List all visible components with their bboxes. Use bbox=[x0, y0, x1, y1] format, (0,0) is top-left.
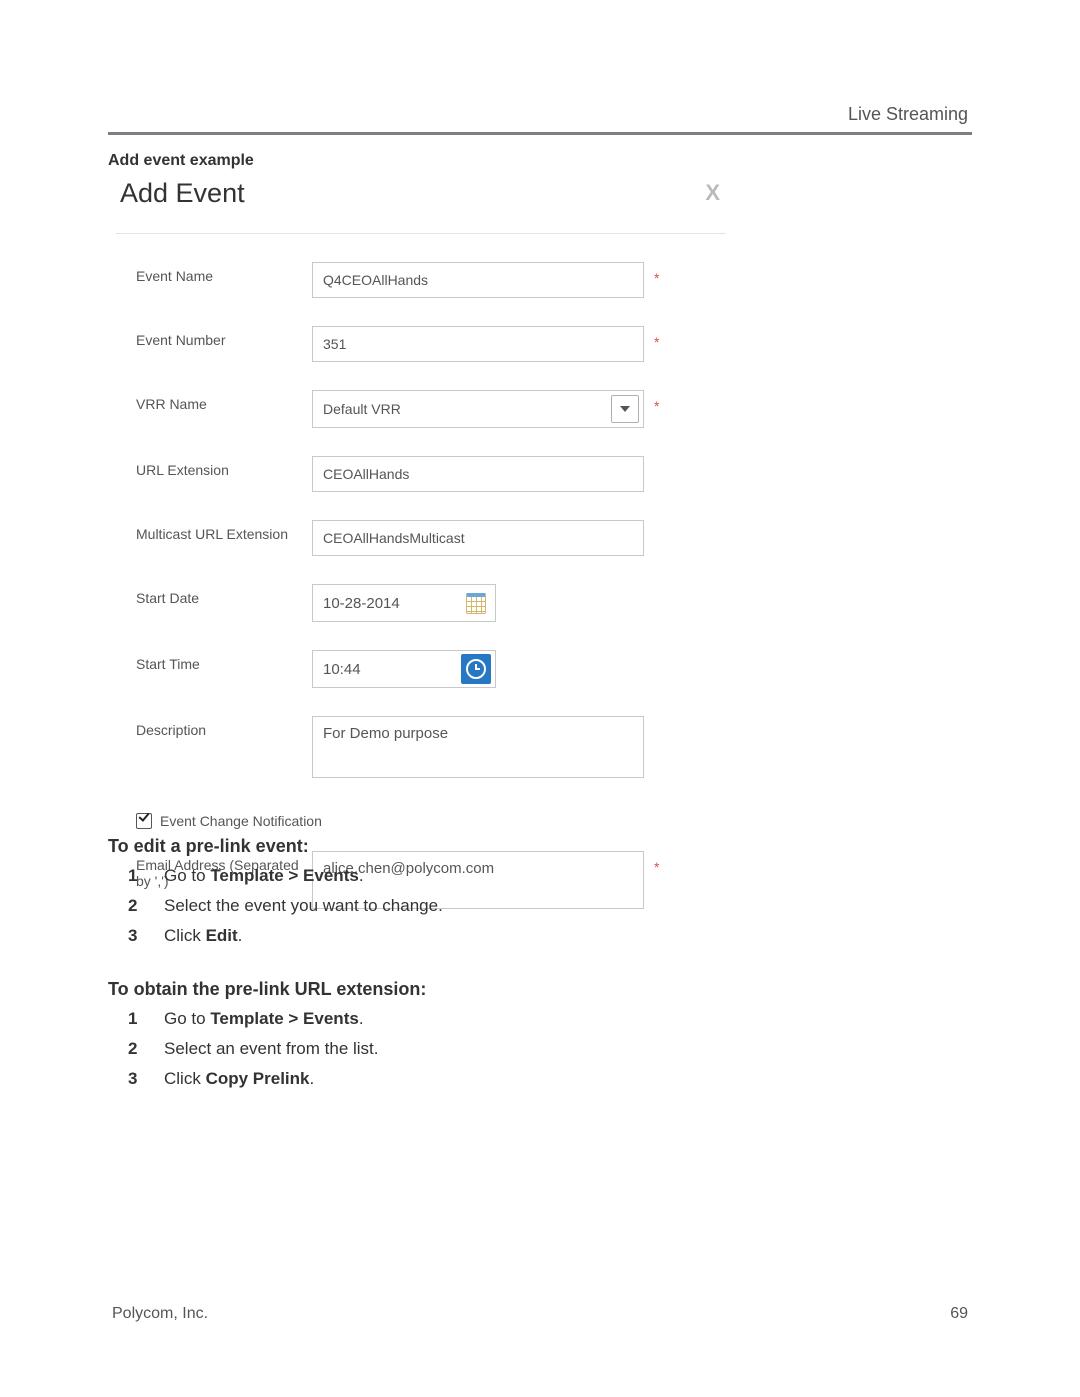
figure-caption: Add event example bbox=[108, 152, 254, 170]
required-marker: * bbox=[654, 390, 664, 414]
section-heading: Live Streaming bbox=[848, 104, 968, 125]
vrr-name-value: Default VRR bbox=[313, 401, 611, 417]
start-date-label: Start Date bbox=[116, 584, 312, 606]
footer-page-number: 69 bbox=[950, 1305, 968, 1323]
event-name-input[interactable] bbox=[312, 262, 644, 298]
vrr-name-select[interactable]: Default VRR bbox=[312, 390, 644, 428]
edit-prelink-heading: To edit a pre-link event: bbox=[108, 836, 972, 857]
start-time-value: 10:44 bbox=[313, 661, 461, 678]
obtain-prelink-heading: To obtain the pre-link URL extension: bbox=[108, 979, 972, 1000]
description-input[interactable] bbox=[312, 716, 644, 778]
required-marker: * bbox=[654, 326, 664, 350]
required-marker: * bbox=[654, 262, 664, 286]
vrr-name-label: VRR Name bbox=[116, 390, 312, 412]
event-number-input[interactable] bbox=[312, 326, 644, 362]
start-time-input[interactable]: 10:44 bbox=[312, 650, 496, 688]
close-icon[interactable]: X bbox=[705, 182, 720, 204]
edit-prelink-steps: 1Go to Template > Events. 2Select the ev… bbox=[108, 865, 972, 947]
start-time-label: Start Time bbox=[116, 650, 312, 672]
url-extension-label: URL Extension bbox=[116, 456, 312, 478]
clock-icon[interactable] bbox=[461, 654, 491, 684]
dialog-title: Add Event bbox=[120, 178, 245, 209]
add-event-dialog: Add Event X Event Name * Event Number * … bbox=[116, 178, 726, 914]
event-name-label: Event Name bbox=[116, 262, 312, 284]
event-number-label: Event Number bbox=[116, 326, 312, 348]
start-date-value: 10-28-2014 bbox=[313, 595, 461, 612]
calendar-icon[interactable] bbox=[461, 588, 491, 618]
description-label: Description bbox=[116, 716, 312, 738]
footer-company: Polycom, Inc. bbox=[112, 1305, 208, 1323]
multicast-url-extension-input[interactable] bbox=[312, 520, 644, 556]
chevron-down-icon[interactable] bbox=[611, 395, 639, 423]
header-divider bbox=[108, 132, 972, 135]
url-extension-input[interactable] bbox=[312, 456, 644, 492]
multicast-url-extension-label: Multicast URL Extension bbox=[116, 520, 312, 542]
obtain-prelink-steps: 1Go to Template > Events. 2Select an eve… bbox=[108, 1008, 972, 1090]
start-date-input[interactable]: 10-28-2014 bbox=[312, 584, 496, 622]
